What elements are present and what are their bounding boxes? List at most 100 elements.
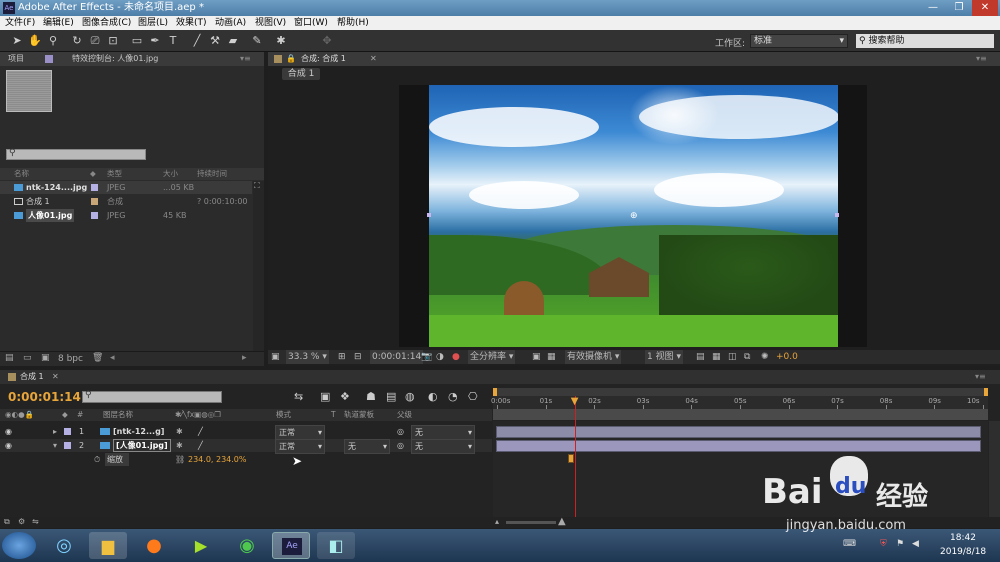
- layer-row[interactable]: ◉ ▸ 1 [ntk-12...g] ✱ ╱ 正常 ▾ ◎ 无 ▾: [0, 425, 492, 440]
- project-item[interactable]: 合成 1 合成 ? 0:00:10:00: [0, 195, 252, 208]
- camera-dropdown[interactable]: 有效摄像机 ▾: [565, 350, 622, 364]
- flowchart-icon[interactable]: ⛶: [254, 181, 260, 191]
- panel-menu-icon[interactable]: ▾≡: [975, 370, 986, 384]
- close-button[interactable]: ✕: [972, 0, 998, 16]
- axis-mode-icon[interactable]: ✥: [320, 34, 334, 48]
- shy-switch-icon[interactable]: ✱: [176, 425, 183, 438]
- pick-whip-icon[interactable]: ◎: [397, 425, 404, 438]
- pan-behind-tool-icon[interactable]: ⊡: [106, 34, 120, 48]
- tab-timeline[interactable]: 合成 1: [20, 370, 44, 384]
- layer-handle[interactable]: [427, 213, 431, 217]
- work-area-bar[interactable]: [493, 409, 988, 420]
- region-of-interest-icon[interactable]: ▣: [532, 350, 541, 364]
- toggle-in-out-icon[interactable]: ⇋: [32, 517, 39, 526]
- track-matte-dropdown[interactable]: 无 ▾: [344, 439, 390, 454]
- constrain-proportions-icon[interactable]: ⛓: [175, 453, 185, 466]
- safe-zones-icon[interactable]: ⊞: [338, 350, 346, 364]
- rotate-tool-icon[interactable]: ↻: [70, 34, 84, 48]
- snapshot-icon[interactable]: 📷: [421, 350, 432, 364]
- tab-project[interactable]: 项目: [8, 52, 24, 66]
- tablet-app-icon[interactable]: ◧: [317, 532, 355, 559]
- av-features-icon[interactable]: ◉◐●🔒: [5, 409, 34, 421]
- switches-icon[interactable]: ✱⁄╲fx▣◍◎❒: [175, 409, 221, 421]
- label-swatch[interactable]: [64, 442, 71, 449]
- menu-help[interactable]: 帮助(H): [337, 16, 369, 30]
- exposure-value[interactable]: +0.0: [776, 350, 798, 364]
- layer-row[interactable]: ◉ ▾ 2 [人像01.jpg] ✱ ╱ 正常 ▾ 无 ▾ ◎ 无 ▾: [0, 439, 492, 454]
- auto-keyframe-icon[interactable]: ⎔: [468, 390, 478, 403]
- scroll-right-icon[interactable]: ▸: [242, 353, 247, 363]
- zoom-in-icon[interactable]: ▲: [558, 516, 566, 527]
- browser-icon[interactable]: ◉: [228, 532, 266, 559]
- panel-menu-icon[interactable]: ▾≡: [240, 52, 251, 66]
- zoom-tool-icon[interactable]: ⚲: [46, 34, 60, 48]
- text-tool-icon[interactable]: T: [166, 34, 180, 48]
- tab-effect-controls[interactable]: 特效控制台: 人像01.jpg: [72, 52, 158, 66]
- toggle-modes-icon[interactable]: ⚙: [18, 517, 25, 526]
- clock-date[interactable]: 2019/8/18: [940, 547, 986, 557]
- zoom-slider[interactable]: [506, 521, 556, 524]
- layer-name[interactable]: [ntk-12...g]: [113, 425, 164, 438]
- current-time-indicator-icon[interactable]: ▼: [571, 396, 579, 407]
- tab-composition[interactable]: 合成: 合成 1: [301, 52, 346, 66]
- navigator-start-handle[interactable]: [493, 388, 497, 396]
- workspace-dropdown[interactable]: 标准 ▾: [750, 34, 848, 48]
- project-scrollbar[interactable]: ⛶: [253, 181, 264, 351]
- resolution-dropdown[interactable]: 全分辨率 ▾: [468, 350, 516, 364]
- timeline-scrollbar[interactable]: [989, 421, 1000, 517]
- graph-editor-icon[interactable]: ◔: [448, 390, 458, 403]
- timeline-timecode[interactable]: 0:00:01:14: [8, 390, 81, 404]
- panel-menu-icon[interactable]: ▾≡: [976, 52, 987, 66]
- brush-tool-icon[interactable]: ╱: [190, 34, 204, 48]
- eye-icon[interactable]: ◉: [5, 439, 12, 452]
- comp-timecode[interactable]: 0:00:01:14: [370, 350, 424, 364]
- live-update-icon[interactable]: ▣: [320, 390, 330, 403]
- maximize-button[interactable]: ❐: [946, 0, 972, 16]
- blend-mode-dropdown[interactable]: 正常 ▾: [275, 425, 325, 440]
- stopwatch-icon[interactable]: ⏱: [94, 453, 100, 466]
- col-layer-name[interactable]: 图层名称: [103, 409, 133, 421]
- show-snapshot-icon[interactable]: ◑: [436, 350, 444, 364]
- hide-shy-layers-icon[interactable]: ☗: [366, 390, 376, 403]
- menu-edit[interactable]: 编辑(E): [43, 16, 74, 30]
- eraser-tool-icon[interactable]: ▰: [226, 34, 240, 48]
- hand-tool-icon[interactable]: ✋: [28, 34, 42, 48]
- selection-tool-icon[interactable]: ➤: [10, 34, 24, 48]
- label-swatch[interactable]: [64, 428, 71, 435]
- col-parent[interactable]: 父级: [397, 409, 412, 421]
- project-item[interactable]: 人像01.jpg JPEG 45 KB: [0, 209, 252, 222]
- firefox-icon[interactable]: ●: [135, 532, 173, 559]
- project-search-input[interactable]: ⚲: [6, 148, 146, 160]
- menu-layer[interactable]: 图层(L): [138, 16, 168, 30]
- views-dropdown[interactable]: 1 视图 ▾: [645, 350, 683, 364]
- channels-icon[interactable]: ●: [452, 350, 460, 364]
- interpret-footage-icon[interactable]: ▤: [5, 353, 14, 363]
- pen-tool-icon[interactable]: ✒: [148, 34, 162, 48]
- menu-animation[interactable]: 动画(A): [215, 16, 246, 30]
- clock-time[interactable]: 18:42: [950, 533, 976, 543]
- search-help-input[interactable]: ⚲ 搜索帮助: [856, 34, 994, 48]
- blend-mode-dropdown[interactable]: 正常 ▾: [275, 439, 325, 454]
- timeline-icon[interactable]: ◫: [728, 350, 737, 364]
- brainstorm-icon[interactable]: ◐: [428, 390, 438, 403]
- toggle-pixel-aspect-icon[interactable]: ▤: [696, 350, 705, 364]
- puppet-pin-tool-icon[interactable]: ✱: [274, 34, 288, 48]
- project-item[interactable]: ntk-124....jpg JPEG ...05 KB: [0, 181, 252, 194]
- frame-blending-icon[interactable]: ▤: [386, 390, 396, 403]
- layer-search-input[interactable]: ⚲: [82, 390, 222, 403]
- col-t[interactable]: T: [331, 409, 336, 421]
- exposure-icon[interactable]: ✺: [761, 350, 769, 364]
- close-tab-icon[interactable]: ✕: [52, 370, 59, 384]
- navigator-end-handle[interactable]: [984, 388, 988, 396]
- scroll-left-icon[interactable]: ◂: [110, 353, 115, 363]
- after-effects-taskbar-button[interactable]: Ae: [272, 532, 310, 559]
- draft-3d-icon[interactable]: ❖: [340, 390, 350, 403]
- layer-handle[interactable]: [835, 213, 839, 217]
- layer-name[interactable]: [人像01.jpg]: [113, 439, 171, 452]
- col-mode[interactable]: 模式: [276, 409, 291, 421]
- bpc-label[interactable]: 8 bpc: [58, 354, 83, 364]
- close-tab-icon[interactable]: ✕: [370, 52, 377, 66]
- trash-icon[interactable]: 🗑: [92, 353, 103, 363]
- toggle-switches-icon[interactable]: ⧉: [4, 517, 10, 527]
- always-preview-icon[interactable]: ▣: [271, 350, 280, 364]
